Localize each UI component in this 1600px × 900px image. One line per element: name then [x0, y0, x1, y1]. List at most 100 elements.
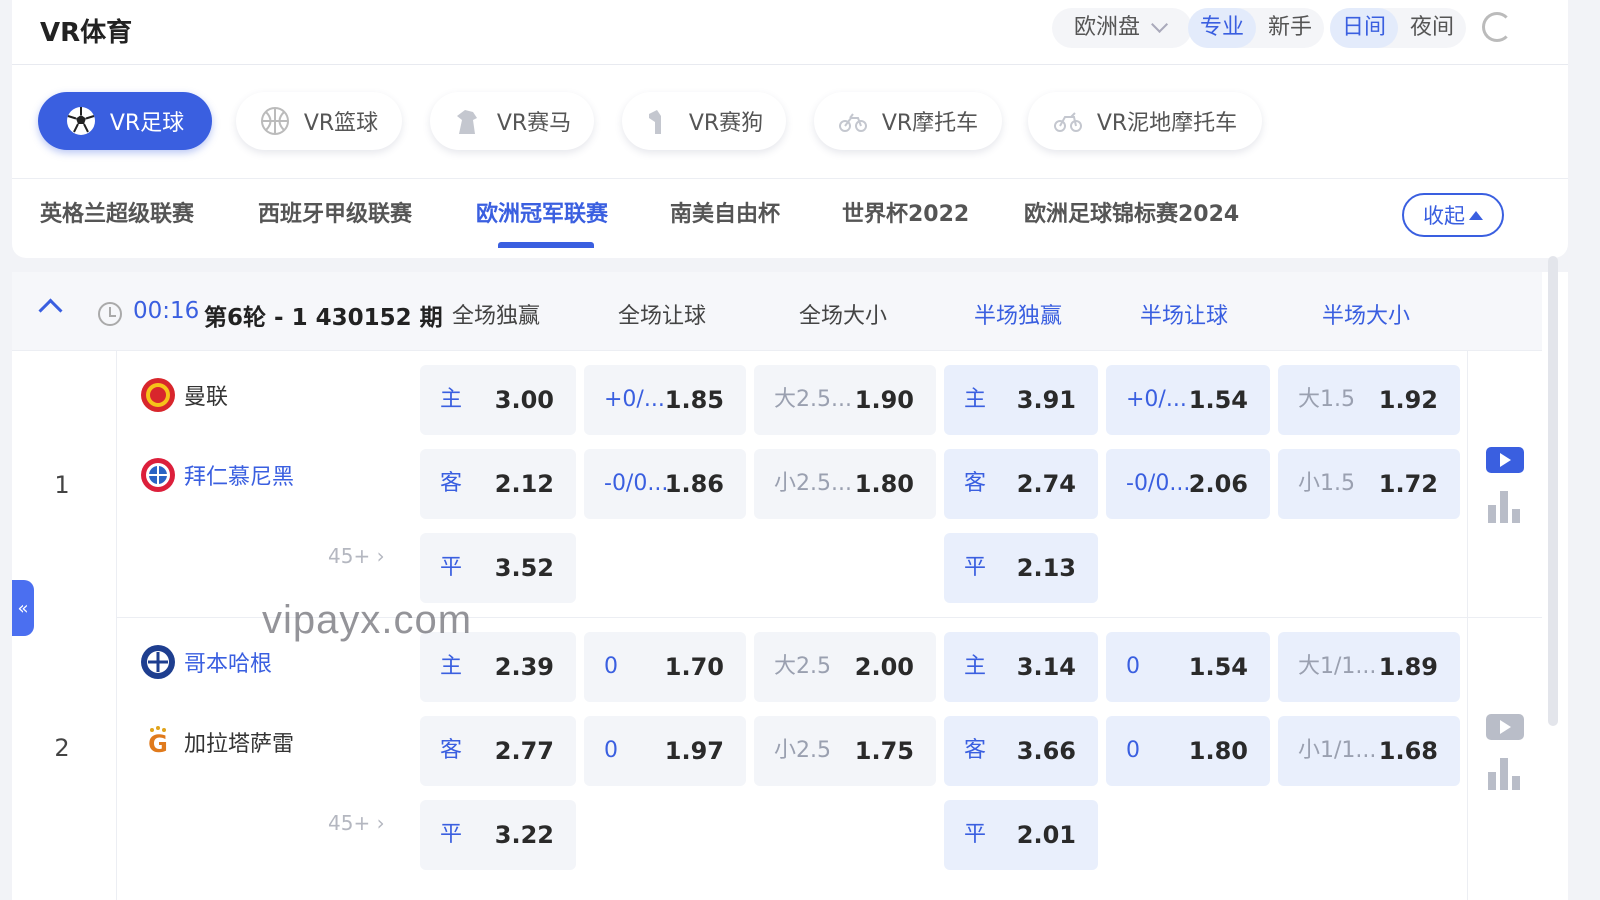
- odds-cell[interactable]: 平 2.01: [944, 800, 1098, 870]
- sport-tab-dog[interactable]: VR赛狗: [622, 92, 786, 150]
- odds-cell[interactable]: 主 3.14: [944, 632, 1098, 702]
- collapse-button[interactable]: 收起: [1402, 193, 1504, 237]
- odds-cell[interactable]: 客 2.12: [420, 449, 576, 519]
- odds-cell[interactable]: 客 3.66: [944, 716, 1098, 786]
- team-logo-icon: [141, 645, 175, 679]
- odds-cell[interactable]: -0/0... 1.86: [584, 449, 746, 519]
- live-stream-icon[interactable]: [1486, 447, 1524, 473]
- market-header-ft-handicap: 全场让球: [618, 304, 707, 329]
- scrollbar[interactable]: [1548, 256, 1558, 726]
- more-markets-label: 45+: [328, 811, 371, 835]
- sport-label: VR篮球: [303, 111, 379, 136]
- odds-label: 0: [1126, 738, 1140, 763]
- sport-tab-dirtbike[interactable]: VR泥地摩托车: [1028, 92, 1262, 150]
- odds-value: 1.86: [664, 470, 724, 498]
- team-name: 加拉塔萨雷: [184, 732, 295, 757]
- caret-up-icon: [1469, 210, 1483, 220]
- odds-panel: 00:16 第6轮 - 1 430152 期 全场独赢 全场让球 全场大小 半场…: [12, 272, 1568, 900]
- odds-cell[interactable]: 0 1.80: [1106, 716, 1270, 786]
- odds-label: 大1.5: [1298, 387, 1355, 412]
- theme-night-button[interactable]: 夜间: [1398, 8, 1466, 48]
- odds-cell[interactable]: 主 3.00: [420, 365, 576, 435]
- odds-cell[interactable]: 客 2.74: [944, 449, 1098, 519]
- league-tab-epl[interactable]: 英格兰超级联赛: [40, 196, 194, 228]
- period-label: 430152 期: [315, 305, 443, 331]
- odds-value: 2.01: [1016, 821, 1076, 849]
- odds-cell[interactable]: 0 1.54: [1106, 632, 1270, 702]
- league-tab-libertadores[interactable]: 南美自由杯: [670, 196, 780, 228]
- odds-label: 小1.5: [1298, 471, 1355, 496]
- chevron-up-icon[interactable]: [38, 298, 63, 323]
- sport-tab-basketball[interactable]: VR篮球: [236, 92, 402, 150]
- mode-beginner-button[interactable]: 新手: [1256, 8, 1324, 48]
- home-team[interactable]: 曼联: [140, 377, 228, 413]
- sport-tab-horse[interactable]: VR赛马: [430, 92, 594, 150]
- odds-format-select[interactable]: 欧洲盘: [1052, 8, 1192, 48]
- odds-cell[interactable]: 0 1.70: [584, 632, 746, 702]
- league-tab-worldcup[interactable]: 世界杯2022: [842, 196, 969, 228]
- mode-pro-button[interactable]: 专业: [1188, 8, 1257, 48]
- odds-cell[interactable]: 大2.5 2.00: [754, 632, 936, 702]
- odds-value: 3.14: [1016, 653, 1076, 681]
- match-row: 2 哥本哈根 G 加拉塔萨雷 45+ › 主 2.39 客 2.77 平 3.22 0…: [12, 618, 1542, 900]
- away-team[interactable]: G 加拉塔萨雷: [140, 724, 294, 760]
- market-header-ft-overunder: 全场大小: [799, 304, 888, 329]
- odds-cell[interactable]: 0 1.97: [584, 716, 746, 786]
- league-tab-euro[interactable]: 欧洲足球锦标赛2024: [1024, 196, 1239, 228]
- more-markets-link[interactable]: 45+ ›: [328, 811, 385, 835]
- odds-label: 客: [964, 471, 987, 496]
- sport-tab-motorcycle[interactable]: VR摩托车: [814, 92, 1002, 150]
- mode-toggle: 专业 新手: [1188, 8, 1325, 48]
- odds-cell[interactable]: 小1.5 1.72: [1278, 449, 1460, 519]
- live-stream-icon[interactable]: [1486, 714, 1524, 740]
- odds-value: 2.06: [1188, 470, 1248, 498]
- stats-icon[interactable]: [1488, 489, 1522, 523]
- odds-cell[interactable]: 客 2.77: [420, 716, 576, 786]
- market-header-ht-overunder: 半场大小: [1322, 304, 1411, 329]
- odds-format-label: 欧洲盘: [1074, 15, 1141, 40]
- league-tab-ucl[interactable]: 欧洲冠军联赛: [476, 196, 608, 228]
- sport-tab-soccer[interactable]: VR足球: [38, 92, 212, 150]
- odds-cell[interactable]: 大1/1... 1.89: [1278, 632, 1460, 702]
- theme-day-button[interactable]: 日间: [1330, 8, 1399, 48]
- sidebar-expand-button[interactable]: «: [12, 580, 34, 636]
- odds-value: 1.80: [1188, 737, 1248, 765]
- odds-cell[interactable]: +0/... 1.85: [584, 365, 746, 435]
- odds-value: 1.54: [1188, 653, 1248, 681]
- odds-value: 3.91: [1016, 386, 1076, 414]
- odds-label: 小2.5...: [774, 471, 852, 496]
- top-panel: VR体育 欧洲盘 专业 新手 日间 夜间 VR足球 VR篮球 VR赛马 VR赛狗 V…: [12, 0, 1568, 258]
- odds-cell[interactable]: 大2.5... 1.90: [754, 365, 936, 435]
- odds-cell[interactable]: 大1.5 1.92: [1278, 365, 1460, 435]
- odds-cell[interactable]: +0/... 1.54: [1106, 365, 1270, 435]
- league-tab-laliga[interactable]: 西班牙甲级联赛: [258, 196, 412, 228]
- sport-label: VR赛马: [496, 111, 572, 136]
- odds-label: 平: [440, 822, 463, 847]
- odds-cell[interactable]: 平 2.13: [944, 533, 1098, 603]
- odds-value: 1.97: [664, 737, 724, 765]
- odds-cell[interactable]: 小2.5 1.75: [754, 716, 936, 786]
- stats-icon[interactable]: [1488, 756, 1522, 790]
- odds-cell[interactable]: 主 3.91: [944, 365, 1098, 435]
- clock-icon: [98, 302, 122, 326]
- odds-cell[interactable]: 小1/1... 1.68: [1278, 716, 1460, 786]
- odds-label: +0/...: [1126, 387, 1187, 412]
- double-chevron-left-icon: «: [17, 597, 29, 619]
- divider: [116, 618, 117, 900]
- odds-value: 2.13: [1016, 554, 1076, 582]
- match-number: 2: [54, 734, 70, 762]
- away-team[interactable]: 拜仁慕尼黑: [140, 457, 294, 493]
- odds-cell[interactable]: -0/0... 2.06: [1106, 449, 1270, 519]
- match-row: 1 曼联 拜仁慕尼黑 45+ › 主 3.00 客 2.12 平 3.52 +0/..…: [12, 351, 1542, 617]
- odds-label: -0/0...: [604, 471, 669, 496]
- home-team[interactable]: 哥本哈根: [140, 644, 272, 680]
- more-markets-link[interactable]: 45+ ›: [328, 544, 385, 568]
- divider: [1467, 618, 1468, 900]
- basketball-icon: [260, 107, 289, 135]
- odds-value: 1.92: [1378, 386, 1438, 414]
- odds-cell[interactable]: 平 3.22: [420, 800, 576, 870]
- odds-value: 2.77: [494, 737, 554, 765]
- refresh-icon[interactable]: [1482, 12, 1512, 42]
- odds-cell[interactable]: 小2.5... 1.80: [754, 449, 936, 519]
- odds-cell[interactable]: 平 3.52: [420, 533, 576, 603]
